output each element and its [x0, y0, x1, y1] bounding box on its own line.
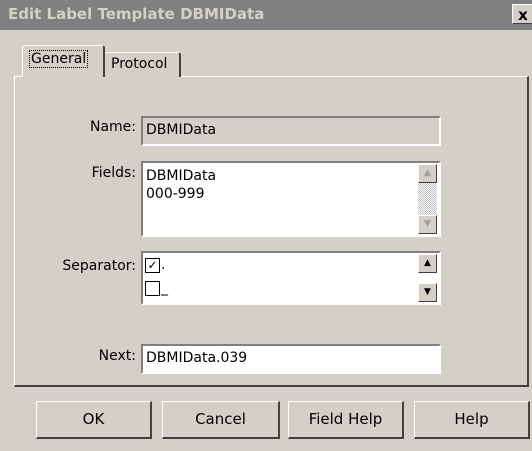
down-arrow-icon: ▼ [424, 287, 431, 297]
name-label: Name: [89, 119, 136, 135]
down-arrow-icon: ▼ [424, 219, 431, 229]
cancel-button[interactable]: Cancel [162, 401, 280, 439]
list-item[interactable]: 000-999 [146, 185, 439, 203]
fields-label: Fields: [91, 165, 136, 181]
tab-protocol[interactable]: Protocol [104, 52, 181, 77]
name-value: DBMIData [146, 122, 217, 138]
tab-general-label: General [29, 50, 89, 68]
scroll-up-button[interactable]: ▲ [418, 254, 437, 273]
separator-scrollbar[interactable]: ▲ ▼ [417, 253, 439, 303]
separator-label: Separator: [62, 258, 136, 274]
scroll-up-button[interactable]: ▲ [418, 164, 437, 183]
field-help-button-label: Field Help [308, 410, 383, 428]
scroll-down-button[interactable]: ▼ [418, 215, 437, 234]
separator-char: _ [161, 280, 168, 296]
scroll-down-button[interactable]: ▼ [418, 283, 437, 302]
list-item[interactable]: DBMIData [146, 167, 439, 185]
title-bar: Edit Label Template DBMIData [0, 0, 532, 30]
next-value: DBMIData.039 [146, 350, 248, 366]
fields-listbox[interactable]: DBMIData 000-999 ▲ ▼ [141, 161, 441, 237]
separator-listbox[interactable]: ✓ . _ ▲ ▼ [141, 251, 441, 305]
tab-protocol-label: Protocol [111, 56, 168, 72]
help-button-label: Help [454, 410, 489, 428]
separator-item-underscore[interactable]: _ [145, 280, 168, 300]
cancel-button-label: Cancel [195, 410, 246, 428]
up-arrow-icon: ▲ [424, 168, 431, 178]
fields-scrollbar[interactable]: ▲ ▼ [417, 163, 439, 235]
ok-button-label: OK [82, 410, 105, 428]
close-icon: x [518, 6, 528, 24]
up-arrow-icon: ▲ [424, 258, 431, 268]
window-title: Edit Label Template DBMIData [8, 5, 265, 23]
scroll-track[interactable] [418, 183, 437, 215]
ok-button[interactable]: OK [36, 401, 152, 439]
field-help-button[interactable]: Field Help [288, 401, 404, 439]
checkmark-icon: ✓ [147, 257, 158, 272]
close-button[interactable]: x [512, 4, 532, 24]
checkbox-checked[interactable]: ✓ [145, 257, 160, 273]
separator-char: . [161, 257, 166, 273]
next-label: Next: [98, 348, 136, 364]
separator-item-period[interactable]: ✓ . [145, 257, 165, 277]
help-button[interactable]: Help [414, 401, 530, 439]
checkbox-unchecked[interactable] [145, 280, 160, 296]
name-field: DBMIData [141, 116, 441, 146]
tab-general[interactable]: General [22, 45, 105, 77]
next-input[interactable]: DBMIData.039 [141, 344, 441, 374]
